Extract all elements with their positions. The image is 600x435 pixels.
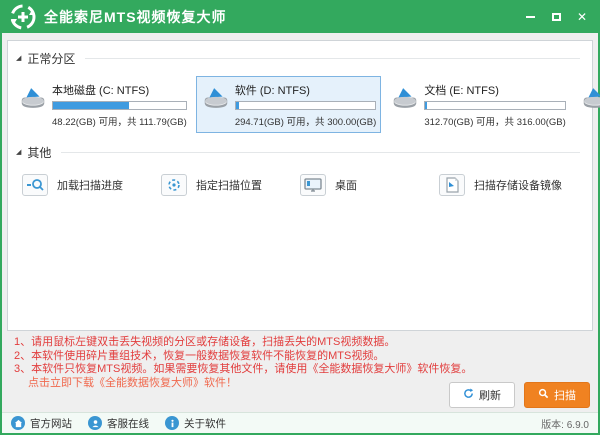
app-window: 全能索尼MTS视频恢复大师 ✕ ◢ 正常分区 本地磁盘 (C: NTFS) 48… <box>0 0 600 435</box>
target-location-icon <box>161 174 187 196</box>
hard-drive-icon <box>390 84 424 116</box>
close-icon: ✕ <box>576 9 588 24</box>
home-icon <box>11 416 25 430</box>
tool-label: 桌面 <box>335 180 357 192</box>
drive-name: 软件 (D: NTFS) <box>234 85 310 97</box>
window-body: ◢ 正常分区 本地磁盘 (C: NTFS) 48.22(GB) 可用，共 111… <box>2 33 600 412</box>
drive-list: 本地磁盘 (C: NTFS) 48.22(GB) 可用，共 111.79(GB) <box>8 72 600 135</box>
drive-item-e[interactable]: 文档 (E: NTFS) 312.70(GB) 可用，共 316.00(GB) <box>385 76 571 133</box>
desktop-item[interactable]: 桌面 <box>300 174 439 196</box>
drive-item-f[interactable]: 娱乐 (F: NTFS) 314.70(GB) 可用，共 315.51(GB) <box>575 76 600 133</box>
load-scan-progress-icon <box>22 174 48 196</box>
refresh-button-label: 刷新 <box>479 390 501 402</box>
specify-scan-location-item[interactable]: 指定扫描位置 <box>161 174 300 196</box>
app-logo-icon <box>10 4 36 30</box>
device-panel: ◢ 正常分区 本地磁盘 (C: NTFS) 48.22(GB) 可用，共 111… <box>7 40 600 331</box>
maximize-icon <box>551 12 561 21</box>
scan-device-image-item[interactable]: 扫描存储设备镜像 <box>439 174 578 196</box>
hard-drive-icon <box>18 84 52 116</box>
refresh-icon <box>463 388 474 402</box>
drive-name: 本地磁盘 (C: NTFS) <box>52 85 150 97</box>
customer-service-link[interactable]: 客服在线 <box>88 416 149 431</box>
note-line-3: 3、本软件只恢复MTS视频。如果需要恢复其他文件，请使用《全能数据恢复大师》软件… <box>14 363 473 375</box>
version-text: 版本: 6.9.0 <box>541 419 589 431</box>
section-divider <box>61 152 580 153</box>
drive-usage-bar <box>424 101 566 110</box>
refresh-button[interactable]: 刷新 <box>449 382 515 408</box>
device-image-file-icon <box>439 174 465 196</box>
other-tools-row: 加载扫描进度 指定扫描位置 桌面 扫描存储设备镜像 <box>8 166 592 204</box>
partitions-section-header: ◢ 正常分区 <box>8 41 592 72</box>
official-website-link[interactable]: 官方网站 <box>11 416 72 431</box>
section-divider <box>85 58 580 59</box>
title-bar: 全能索尼MTS视频恢复大师 ✕ <box>0 0 600 33</box>
scan-button[interactable]: 扫描 <box>524 382 590 408</box>
tool-label: 扫描存储设备镜像 <box>474 180 562 192</box>
drive-item-d[interactable]: 软件 (D: NTFS) 294.71(GB) 可用，共 300.00(GB) <box>195 76 382 133</box>
drive-capacity-text: 294.71(GB) 可用，共 300.00(GB) <box>234 117 377 128</box>
status-bar: 官方网站 客服在线 关于软件 版本: 6.9.0 <box>2 412 598 433</box>
minimize-icon <box>525 15 535 18</box>
other-section-label: 其他 <box>27 146 52 160</box>
tool-label: 加载扫描进度 <box>57 180 123 192</box>
footer-link-label: 官方网站 <box>30 417 72 430</box>
other-section-header: ◢ 其他 <box>8 135 592 166</box>
close-button[interactable]: ✕ <box>574 9 590 25</box>
partitions-section-label: 正常分区 <box>27 52 76 66</box>
drive-capacity-text: 312.70(GB) 可用，共 316.00(GB) <box>424 117 566 128</box>
note-line-1: 1、请用鼠标左键双击丢失视频的分区或存储设备，扫描丢失的MTS视频数据。 <box>14 336 396 348</box>
footer-link-label: 关于软件 <box>184 417 226 430</box>
scan-button-label: 扫描 <box>554 390 576 402</box>
maximize-button[interactable] <box>548 9 564 25</box>
drive-usage-bar <box>52 101 187 110</box>
download-link[interactable]: 点击立即下载《全能数据恢复大师》软件！ <box>28 377 472 391</box>
hard-drive-icon <box>201 84 235 116</box>
collapse-triangle-icon[interactable]: ◢ <box>16 55 21 62</box>
tool-label: 指定扫描位置 <box>196 180 262 192</box>
support-icon <box>88 416 102 430</box>
note-line-2: 2、本软件使用碎片重组技术，恢复一般数据恢复软件不能恢复的MTS视频。 <box>14 349 385 362</box>
window-controls: ✕ <box>522 9 590 25</box>
load-scan-progress-item[interactable]: 加载扫描进度 <box>22 174 161 196</box>
desktop-icon <box>300 174 326 196</box>
drive-capacity-text: 48.22(GB) 可用，共 111.79(GB) <box>52 117 187 128</box>
hard-drive-icon <box>580 84 600 116</box>
drive-usage-bar <box>234 101 377 110</box>
action-buttons: 刷新 扫描 <box>449 382 590 408</box>
window-title: 全能索尼MTS视频恢复大师 <box>44 8 227 25</box>
collapse-triangle-icon[interactable]: ◢ <box>16 149 21 156</box>
minimize-button[interactable] <box>522 9 538 25</box>
drive-name: 文档 (E: NTFS) <box>424 85 499 97</box>
drive-item-c[interactable]: 本地磁盘 (C: NTFS) 48.22(GB) 可用，共 111.79(GB) <box>13 76 192 133</box>
footer-link-label: 客服在线 <box>107 417 149 430</box>
about-software-link[interactable]: 关于软件 <box>165 416 226 431</box>
about-icon <box>165 416 179 430</box>
instruction-notes: 1、请用鼠标左键双击丢失视频的分区或存储设备，扫描丢失的MTS视频数据。 2、本… <box>14 336 472 390</box>
scan-search-icon <box>538 388 549 402</box>
